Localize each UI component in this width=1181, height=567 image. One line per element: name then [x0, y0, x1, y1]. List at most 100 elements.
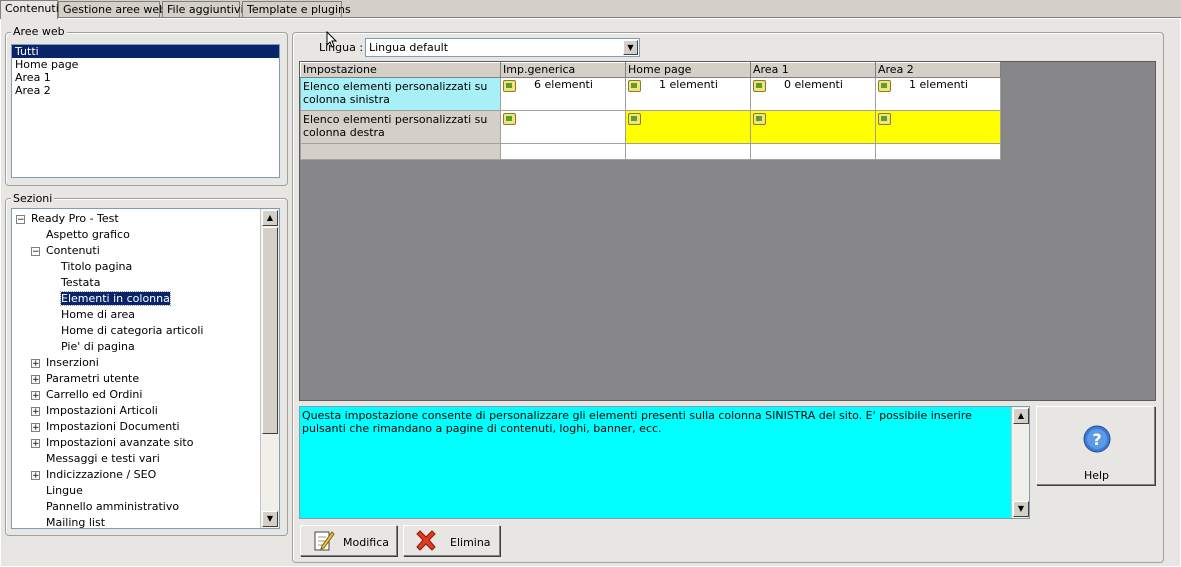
expand-icon[interactable]: +: [31, 374, 40, 384]
tab-gestione-aree-web[interactable]: Gestione aree web: [58, 1, 166, 18]
expand-icon[interactable]: +: [31, 390, 40, 400]
tree-scrollbar[interactable]: ▲ ▼: [260, 209, 279, 528]
grid-cell[interactable]: [875, 110, 1001, 144]
tree-item[interactable]: + Parametri utente: [31, 371, 139, 387]
scroll-up-button[interactable]: ▲: [1013, 408, 1029, 424]
tree-item[interactable]: + Inserzioni: [31, 355, 99, 371]
lingua-select[interactable]: Lingua default ▼: [365, 38, 640, 57]
folder-icon: [753, 80, 766, 92]
settings-grid[interactable]: Impostazione Imp.generica Home page Area…: [299, 61, 1156, 401]
tree-item[interactable]: Pie' di pagina: [46, 339, 135, 355]
tree-item[interactable]: + Impostazioni Articoli: [31, 403, 158, 419]
list-item[interactable]: Area 1: [12, 71, 279, 84]
help-label: Help: [1083, 469, 1110, 482]
grid-cell[interactable]: 0 elementi: [750, 77, 876, 111]
scroll-down-button[interactable]: ▼: [1013, 501, 1029, 517]
grid-header-row: Impostazione Imp.generica Home page Area…: [300, 62, 1001, 78]
grid-cell[interactable]: [625, 143, 751, 160]
column-header[interactable]: Area 2: [875, 62, 1001, 78]
description-scrollbar[interactable]: ▲ ▼: [1011, 407, 1029, 518]
tree-item[interactable]: + Impostazioni avanzate sito: [31, 435, 193, 451]
grid-cell[interactable]: [750, 110, 876, 144]
grid-cell[interactable]: [500, 143, 626, 160]
modifica-label: Modifica: [343, 536, 389, 549]
tree-item-label: Home di area: [61, 308, 136, 321]
tree-item[interactable]: − Contenuti: [31, 243, 100, 259]
tree-item-label: Parametri utente: [46, 372, 140, 385]
tree-item[interactable]: Home di area: [46, 307, 135, 323]
tree-item[interactable]: Mailing list: [31, 515, 105, 531]
expand-icon[interactable]: +: [31, 358, 40, 368]
expand-icon[interactable]: +: [31, 470, 40, 480]
tree-item[interactable]: + Indicizzazione / SEO: [31, 467, 156, 483]
tab-template-e-plugins[interactable]: Template e plugins: [242, 1, 351, 18]
tree-item-label: Impostazioni avanzate sito: [46, 436, 194, 449]
chevron-down-icon[interactable]: ▼: [623, 40, 638, 55]
collapse-icon[interactable]: −: [31, 246, 40, 256]
tree-item[interactable]: Aspetto grafico: [31, 227, 130, 243]
tree-item-label: Elementi in colonna: [60, 291, 171, 306]
tree-item[interactable]: Titolo pagina: [46, 259, 132, 275]
tree-item[interactable]: + Carrello ed Ordini: [31, 387, 142, 403]
grid-cell[interactable]: 6 elementi: [500, 77, 626, 111]
tree-item-label: Lingue: [46, 484, 83, 497]
tree-item-label: Carrello ed Ordini: [46, 388, 143, 401]
tree-item-label: Titolo pagina: [61, 260, 133, 273]
grid-cell[interactable]: 1 elementi: [625, 77, 751, 111]
expand-icon[interactable]: +: [31, 406, 40, 416]
tree-item[interactable]: Lingue: [31, 483, 83, 499]
lingua-value: Lingua default: [369, 41, 449, 54]
folder-icon: [878, 113, 891, 125]
tree-item-label: Pie' di pagina: [61, 340, 135, 353]
modifica-button[interactable]: Modifica: [300, 525, 397, 556]
tree-item[interactable]: − Ready Pro - Test: [16, 211, 119, 227]
row-label[interactable]: Elenco elementi personalizzati su colonn…: [300, 110, 501, 144]
mouse-cursor-icon: [326, 31, 338, 48]
list-item[interactable]: Home page: [12, 58, 279, 71]
grid-cell[interactable]: [625, 110, 751, 144]
expand-icon[interactable]: +: [31, 422, 40, 432]
tree-item[interactable]: Messaggi e testi vari: [31, 451, 160, 467]
tree-item[interactable]: + Impostazioni Documenti: [31, 419, 180, 435]
row-label[interactable]: Elenco elementi personalizzati su colonn…: [300, 77, 501, 111]
sezioni-title: Sezioni: [11, 192, 55, 205]
scroll-down-button[interactable]: ▼: [262, 511, 278, 527]
cell-value: 6 elementi: [534, 78, 593, 91]
tree-item[interactable]: Pannello amministrativo: [31, 499, 179, 515]
list-item[interactable]: Area 2: [12, 84, 279, 97]
table-row: Elenco elementi personalizzati su colonn…: [300, 77, 1001, 111]
elimina-button[interactable]: Elimina: [403, 525, 500, 556]
tab-file-aggiuntivi[interactable]: File aggiuntivi: [162, 1, 244, 18]
column-header[interactable]: Imp.generica: [500, 62, 626, 78]
scroll-up-button[interactable]: ▲: [262, 210, 278, 226]
sezioni-tree[interactable]: − Ready Pro - Test Aspetto grafico − Contenu…: [11, 208, 280, 529]
row-label[interactable]: [300, 143, 501, 160]
description-box[interactable]: Questa impostazione consente di personal…: [299, 406, 1030, 519]
delete-icon: [416, 530, 436, 551]
tab-label: File aggiuntivi: [167, 3, 244, 16]
tree-item-label: Testata: [61, 276, 101, 289]
tree-item[interactable]: Testata: [46, 275, 100, 291]
column-header[interactable]: Home page: [625, 62, 751, 78]
grid-cell[interactable]: [500, 110, 626, 144]
tree-item[interactable]: Elementi in colonna: [46, 291, 171, 307]
grid-cell[interactable]: 1 elementi: [875, 77, 1001, 111]
grid-cell[interactable]: [875, 143, 1001, 160]
tab-contenuti[interactable]: Contenuti: [0, 0, 59, 19]
list-item[interactable]: Tutti: [12, 45, 279, 58]
tab-label: Template e plugins: [247, 3, 351, 16]
expand-icon[interactable]: +: [31, 438, 40, 448]
aree-web-list[interactable]: Tutti Home page Area 1 Area 2: [11, 44, 280, 178]
tree-item-label: Impostazioni Documenti: [46, 420, 180, 433]
table-row: Elenco elementi personalizzati su colonn…: [300, 110, 1001, 144]
tree-item[interactable]: Home di categoria articoli: [46, 323, 203, 339]
aree-web-group: Aree web Tutti Home page Area 1 Area 2: [5, 26, 288, 186]
help-button[interactable]: ? Help: [1036, 406, 1155, 485]
column-header[interactable]: Area 1: [750, 62, 876, 78]
elimina-label: Elimina: [450, 536, 491, 549]
collapse-icon[interactable]: −: [16, 214, 25, 224]
scroll-thumb[interactable]: [262, 227, 278, 434]
folder-icon: [503, 80, 516, 92]
grid-cell[interactable]: [750, 143, 876, 160]
column-header[interactable]: Impostazione: [300, 62, 501, 78]
